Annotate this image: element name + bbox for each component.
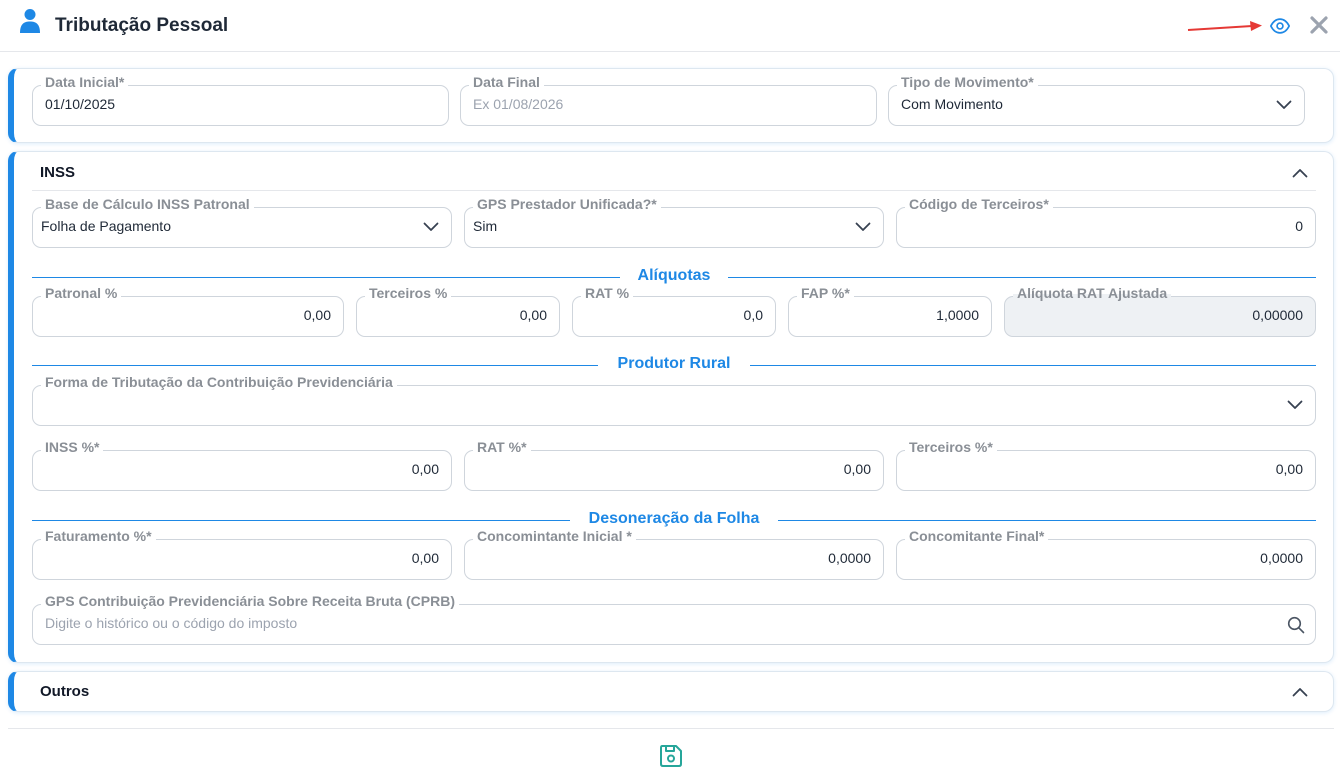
- footer-divider: [8, 728, 1334, 729]
- terceiros-pct-value: 0,00: [1275, 461, 1303, 477]
- outros-section-title: Outros: [40, 683, 90, 700]
- aliquotas-title: Alíquotas: [637, 267, 711, 284]
- outros-card[interactable]: Outros: [8, 671, 1334, 712]
- rat-field[interactable]: RAT % 0,0: [572, 285, 776, 337]
- concomitante-final-value: 0,0000: [1260, 550, 1303, 566]
- concomitante-inicial-label: Concomintante Inicial *: [473, 528, 636, 544]
- patronal-value: 0,00: [303, 307, 331, 323]
- forma-tributacao-select[interactable]: Forma de Tributação da Contribuição Prev…: [32, 374, 1316, 426]
- produtor-rural-title: Produtor Rural: [617, 355, 731, 372]
- fap-label: FAP %*: [797, 285, 854, 301]
- terceiros-pct-field[interactable]: Terceiros %* 0,00: [896, 439, 1316, 491]
- faturamento-field[interactable]: Faturamento %* 0,00: [32, 528, 452, 580]
- save-icon[interactable]: [658, 743, 684, 769]
- inss-section-title: INSS: [40, 164, 76, 181]
- concomitante-inicial-field[interactable]: Concomintante Inicial * 0,0000: [464, 528, 884, 580]
- concomitante-inicial-value: 0,0000: [828, 550, 871, 566]
- data-inicial-value: 01/10/2025: [45, 96, 116, 112]
- faturamento-label: Faturamento %*: [41, 528, 156, 544]
- rat-pct-field[interactable]: RAT %* 0,00: [464, 439, 884, 491]
- close-icon[interactable]: [1308, 14, 1330, 36]
- concomitante-final-field[interactable]: Concomitante Final* 0,0000: [896, 528, 1316, 580]
- base-calculo-value: Folha de Pagamento: [41, 218, 171, 234]
- fap-field[interactable]: FAP %* 1,0000: [788, 285, 992, 337]
- desoneracao-title: Desoneração da Folha: [588, 510, 760, 527]
- desoneracao-divider: Desoneração da Folha: [32, 510, 1316, 530]
- chevron-up-icon[interactable]: [1292, 687, 1308, 697]
- gps-cprb-placeholder: Digite o histórico ou o código do impost…: [45, 615, 298, 631]
- patronal-label: Patronal %: [41, 285, 122, 301]
- patronal-field[interactable]: Patronal % 0,00: [32, 285, 344, 337]
- inss-pct-value: 0,00: [411, 461, 439, 477]
- tipo-movimento-select[interactable]: Tipo de Movimento* Com Movimento: [888, 74, 1305, 126]
- data-final-label: Data Final: [469, 74, 544, 90]
- rat-pct-label: RAT %*: [473, 439, 531, 455]
- faturamento-value: 0,00: [411, 550, 439, 566]
- chevron-down-icon: [423, 222, 439, 231]
- terceiros-field[interactable]: Terceiros % 0,00: [356, 285, 560, 337]
- terceiros-value: 0,00: [519, 307, 547, 323]
- gps-prestador-label: GPS Prestador Unificada?*: [473, 196, 661, 212]
- rat-ajustada-label: Alíquota RAT Ajustada: [1013, 285, 1172, 301]
- gps-cprb-label: GPS Contribuição Previdenciária Sobre Re…: [41, 593, 459, 609]
- inss-pct-field[interactable]: INSS %* 0,00: [32, 439, 452, 491]
- data-inicial-label: Data Inicial*: [41, 74, 129, 90]
- inss-pct-label: INSS %*: [41, 439, 104, 455]
- section-divider: [32, 190, 1316, 191]
- codigo-terceiros-label: Código de Terceiros*: [905, 196, 1053, 212]
- chevron-up-icon[interactable]: [1292, 168, 1308, 178]
- gps-prestador-value: Sim: [473, 218, 498, 234]
- fap-value: 1,0000: [936, 307, 979, 323]
- rat-pct-value: 0,00: [843, 461, 871, 477]
- produtor-rural-divider: Produtor Rural: [32, 355, 1316, 375]
- gps-prestador-select[interactable]: GPS Prestador Unificada?* Sim: [464, 196, 884, 248]
- base-calculo-label: Base de Cálculo INSS Patronal: [41, 196, 254, 212]
- user-icon: [20, 9, 40, 33]
- search-icon[interactable]: [1287, 616, 1305, 634]
- rat-ajustada-value: 0,00000: [1252, 307, 1303, 323]
- dialog-header: Tributação Pessoal: [0, 0, 1340, 52]
- concomitante-final-label: Concomitante Final*: [905, 528, 1049, 544]
- data-final-field[interactable]: Data Final Ex 01/08/2026: [460, 74, 877, 126]
- rat-ajustada-field: Alíquota RAT Ajustada 0,00000: [1004, 285, 1316, 337]
- chevron-down-icon: [1287, 400, 1303, 409]
- base-calculo-select[interactable]: Base de Cálculo INSS Patronal Folha de P…: [32, 196, 452, 248]
- data-final-placeholder: Ex 01/08/2026: [473, 96, 564, 112]
- rat-label: RAT %: [581, 285, 634, 301]
- tipo-movimento-label: Tipo de Movimento*: [897, 74, 1038, 90]
- codigo-terceiros-field[interactable]: Código de Terceiros* 0: [896, 196, 1316, 248]
- chevron-down-icon: [855, 222, 871, 231]
- data-inicial-field[interactable]: Data Inicial* 01/10/2025: [32, 74, 449, 126]
- inss-card: INSS Base de Cálculo INSS Patronal Folha…: [8, 151, 1334, 663]
- tipo-movimento-value: Com Movimento: [901, 96, 1003, 112]
- period-card: Data Inicial* 01/10/2025 Data Final Ex 0…: [8, 68, 1334, 143]
- chevron-down-icon: [1276, 100, 1292, 109]
- page-title: Tributação Pessoal: [55, 15, 229, 36]
- gps-cprb-search[interactable]: GPS Contribuição Previdenciária Sobre Re…: [32, 593, 1316, 645]
- codigo-terceiros-value: 0: [1295, 218, 1303, 234]
- forma-tributacao-label: Forma de Tributação da Contribuição Prev…: [41, 374, 397, 390]
- red-arrow-annotation: [1187, 21, 1262, 31]
- terceiros-label: Terceiros %: [365, 285, 452, 301]
- terceiros-pct-label: Terceiros %*: [905, 439, 997, 455]
- rat-value: 0,0: [743, 307, 763, 323]
- aliquotas-divider: Alíquotas: [32, 267, 1316, 287]
- eye-icon[interactable]: [1269, 15, 1291, 37]
